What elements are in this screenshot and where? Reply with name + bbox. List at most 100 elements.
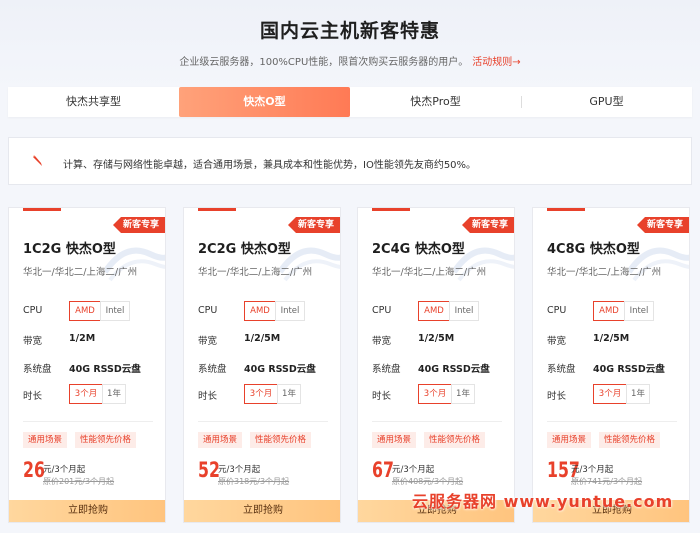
page-title: 国内云主机新客特惠	[259, 20, 440, 42]
disk-label: 系统盘	[198, 364, 227, 375]
pen-icon	[33, 155, 42, 166]
price-advantage-tag: 性能领先价格	[75, 432, 137, 448]
plan-card: 新客专享 2C2G 快杰O型 华北一/华北二/上海二/广州 CPU AMD In…	[183, 207, 341, 523]
bandwidth-value: 1/2M	[69, 333, 96, 344]
bandwidth-row: 带宽 1/2/5M	[547, 329, 687, 349]
cpu-row: CPU AMD Intel	[23, 301, 163, 321]
duration-1y-option[interactable]: 1年	[277, 384, 301, 404]
plan-card: 新客专享 2C4G 快杰O型 华北一/华北二/上海二/广州 CPU AMD In…	[357, 207, 515, 523]
disk-label: 系统盘	[23, 364, 52, 375]
bandwidth-value: 1/2/5M	[418, 333, 455, 344]
card-divider	[372, 421, 502, 422]
cpu-intel-option[interactable]: Intel	[275, 301, 305, 321]
duration-label: 时长	[198, 391, 218, 402]
bandwidth-value: 1/2/5M	[593, 333, 630, 344]
duration-row: 时长 3个月 1年	[372, 384, 512, 404]
activity-rules-link[interactable]: 活动规则→	[472, 57, 520, 68]
cpu-row: CPU AMD Intel	[547, 301, 687, 321]
duration-3m-option[interactable]: 3个月	[418, 384, 452, 404]
duration-3m-option[interactable]: 3个月	[593, 384, 627, 404]
cpu-amd-option[interactable]: AMD	[69, 301, 101, 321]
disk-label: 系统盘	[547, 364, 576, 375]
tab-pro-type[interactable]: 快杰Pro型	[350, 87, 521, 117]
duration-row: 时长 3个月 1年	[198, 384, 338, 404]
card-divider	[23, 421, 153, 422]
disk-value: 40G RSSD云盘	[593, 364, 665, 375]
plan-regions: 华北一/华北二/上海二/广州	[547, 267, 662, 278]
scene-tag: 通用场景	[372, 432, 417, 448]
card-divider	[198, 421, 328, 422]
new-customer-badge: 新客专享	[462, 217, 514, 233]
cpu-amd-option[interactable]: AMD	[593, 301, 625, 321]
duration-1y-option[interactable]: 1年	[626, 384, 650, 404]
instance-type-tabs: 快杰共享型 快杰O型 快杰Pro型 GPU型	[8, 87, 692, 117]
price-unit: 元/3个月起	[43, 465, 86, 475]
card-accent-bar	[372, 208, 410, 211]
buy-now-button[interactable]: 立即抢购	[9, 500, 165, 522]
bandwidth-label: 带宽	[198, 336, 218, 347]
bandwidth-label: 带宽	[372, 336, 392, 347]
bandwidth-row: 带宽 1/2/5M	[198, 329, 338, 349]
subtitle-text: 企业级云服务器，100%CPU性能，限首次购买云服务器的用户。	[179, 57, 469, 68]
scene-tag: 通用场景	[547, 432, 592, 448]
description-text: 计算、存储与网络性能卓越，适合通用场景，兼具成本和性能优势，IO性能领先友商约5…	[63, 160, 477, 171]
disk-value: 40G RSSD云盘	[244, 364, 316, 375]
card-accent-bar	[23, 208, 61, 211]
duration-label: 时长	[372, 391, 392, 402]
original-price: 原价201元/3个月起	[43, 477, 115, 486]
cpu-intel-option[interactable]: Intel	[624, 301, 654, 321]
price-value: 26	[23, 458, 45, 482]
disk-row: 系统盘 40G RSSD云盘	[372, 357, 512, 377]
bandwidth-value: 1/2/5M	[244, 333, 281, 344]
price-unit: 元/3个月起	[218, 465, 261, 475]
tab-gpu-type[interactable]: GPU型	[521, 87, 692, 117]
price-unit: 元/3个月起	[392, 465, 435, 475]
disk-value: 40G RSSD云盘	[69, 364, 141, 375]
plan-card: 新客专享 4C8G 快杰O型 华北一/华北二/上海二/广州 CPU AMD In…	[532, 207, 690, 523]
cpu-intel-option[interactable]: Intel	[100, 301, 130, 321]
plan-regions: 华北一/华北二/上海二/广州	[372, 267, 487, 278]
scene-tag: 通用场景	[23, 432, 68, 448]
disk-row: 系统盘 40G RSSD云盘	[198, 357, 338, 377]
plan-name: 2C4G 快杰O型	[372, 242, 465, 257]
duration-1y-option[interactable]: 1年	[451, 384, 475, 404]
price-value: 52	[198, 458, 220, 482]
card-divider	[547, 421, 677, 422]
original-price: 原价741元/3个月起	[571, 477, 643, 486]
cpu-label: CPU	[547, 305, 567, 316]
scene-tag: 通用场景	[198, 432, 243, 448]
buy-now-button[interactable]: 立即抢购	[184, 500, 340, 522]
disk-row: 系统盘 40G RSSD云盘	[23, 357, 163, 377]
cpu-intel-option[interactable]: Intel	[449, 301, 479, 321]
bandwidth-row: 带宽 1/2/5M	[372, 329, 512, 349]
cpu-label: CPU	[23, 305, 43, 316]
cpu-label: CPU	[198, 305, 218, 316]
plan-regions: 华北一/华北二/上海二/广州	[198, 267, 313, 278]
cpu-label: CPU	[372, 305, 392, 316]
price-advantage-tag: 性能领先价格	[424, 432, 486, 448]
new-customer-badge: 新客专享	[288, 217, 340, 233]
tab-shared[interactable]: 快杰共享型	[8, 87, 179, 117]
duration-row: 时长 3个月 1年	[23, 384, 163, 404]
watermark: 云服务器网 www.yuntue.com	[412, 492, 674, 511]
disk-label: 系统盘	[372, 364, 401, 375]
cpu-amd-option[interactable]: AMD	[418, 301, 450, 321]
duration-3m-option[interactable]: 3个月	[69, 384, 103, 404]
plan-card: 新客专享 1C2G 快杰O型 华北一/华北二/上海二/广州 CPU AMD In…	[8, 207, 166, 523]
price-value: 67	[372, 458, 394, 482]
new-customer-badge: 新客专享	[637, 217, 689, 233]
cpu-row: CPU AMD Intel	[198, 301, 338, 321]
bandwidth-row: 带宽 1/2M	[23, 329, 163, 349]
tab-o-type[interactable]: 快杰O型	[179, 87, 350, 117]
duration-1y-option[interactable]: 1年	[102, 384, 126, 404]
plan-name: 4C8G 快杰O型	[547, 242, 640, 257]
bandwidth-label: 带宽	[547, 336, 567, 347]
plan-name: 1C2G 快杰O型	[23, 242, 116, 257]
disk-row: 系统盘 40G RSSD云盘	[547, 357, 687, 377]
price-advantage-tag: 性能领先价格	[250, 432, 312, 448]
cpu-row: CPU AMD Intel	[372, 301, 512, 321]
cpu-amd-option[interactable]: AMD	[244, 301, 276, 321]
duration-3m-option[interactable]: 3个月	[244, 384, 278, 404]
card-accent-bar	[198, 208, 236, 211]
card-accent-bar	[547, 208, 585, 211]
